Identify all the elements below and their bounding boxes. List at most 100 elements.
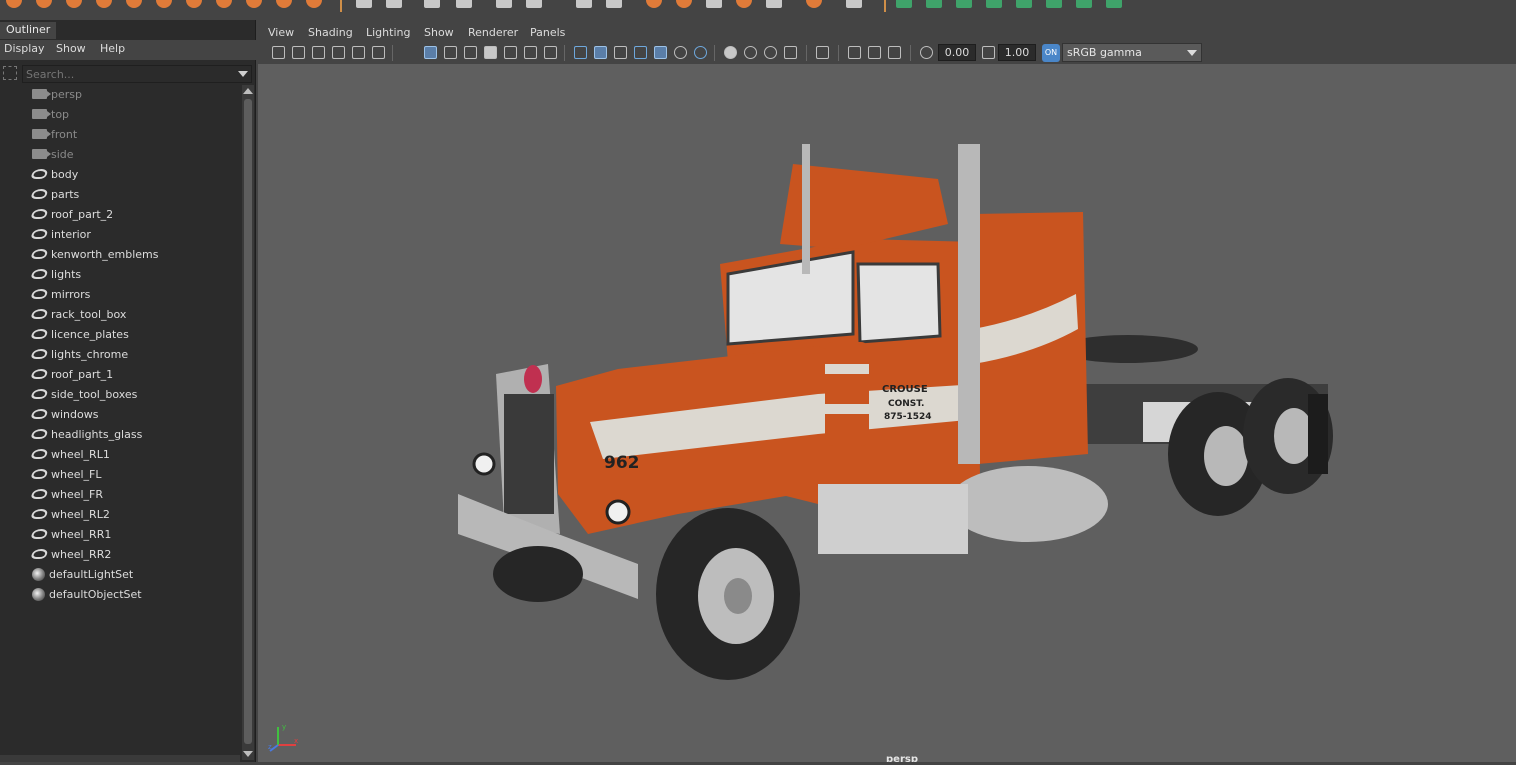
shelf-tool-icon[interactable] bbox=[896, 0, 912, 8]
outliner-item[interactable]: side bbox=[32, 145, 74, 165]
shelf-tool-icon[interactable] bbox=[576, 0, 592, 8]
gate-mask-icon[interactable] bbox=[484, 46, 497, 59]
grease-pencil-icon[interactable] bbox=[372, 46, 385, 59]
isolate-select-icon[interactable] bbox=[816, 46, 829, 59]
shelf-tool-icon[interactable] bbox=[736, 0, 752, 8]
outliner-tab[interactable]: Outliner bbox=[0, 22, 57, 39]
safe-title-icon[interactable] bbox=[544, 46, 557, 59]
menu-display[interactable]: Display bbox=[4, 42, 45, 55]
default-material-icon[interactable] bbox=[614, 46, 627, 59]
shelf-tool-icon[interactable] bbox=[306, 0, 322, 8]
shelf-tool-icon[interactable] bbox=[646, 0, 662, 8]
outliner-item[interactable]: kenworth_emblems bbox=[30, 245, 159, 265]
shelf-tool-icon[interactable] bbox=[526, 0, 542, 8]
shelf-tool-icon[interactable] bbox=[676, 0, 692, 8]
use-all-lights-icon[interactable] bbox=[674, 46, 687, 59]
menu-panels[interactable]: Panels bbox=[530, 26, 565, 39]
search-options-icon[interactable] bbox=[3, 66, 17, 80]
menu-lighting[interactable]: Lighting bbox=[366, 26, 410, 39]
shelf-tool-icon[interactable] bbox=[6, 0, 22, 8]
shelf-tool-icon[interactable] bbox=[386, 0, 402, 8]
color-management-toggle-icon[interactable]: ON bbox=[1042, 44, 1060, 62]
menu-shading[interactable]: Shading bbox=[308, 26, 353, 39]
gamma-field[interactable]: 1.00 bbox=[998, 44, 1036, 61]
film-gate-icon[interactable] bbox=[444, 46, 457, 59]
outliner-item[interactable]: persp bbox=[32, 85, 82, 105]
menu-renderer[interactable]: Renderer bbox=[468, 26, 518, 39]
camera-attributes-icon[interactable] bbox=[292, 46, 305, 59]
multisample-aa-icon[interactable] bbox=[764, 46, 777, 59]
view-transform-select[interactable]: sRGB gamma bbox=[1062, 43, 1202, 62]
shelf-tool-icon[interactable] bbox=[846, 0, 862, 8]
exposure-icon[interactable] bbox=[920, 46, 933, 59]
menu-view[interactable]: View bbox=[268, 26, 294, 39]
shelf-tool-icon[interactable] bbox=[36, 0, 52, 8]
shelf-tool-icon[interactable] bbox=[186, 0, 202, 8]
viewport-3d[interactable]: 962 CROUSE CONST. 875-1524 y x z persp bbox=[258, 64, 1516, 762]
shelf-tool-icon[interactable] bbox=[96, 0, 112, 8]
textured-icon[interactable] bbox=[654, 46, 667, 59]
xray-icon[interactable] bbox=[848, 46, 861, 59]
outliner-hscrollbar[interactable] bbox=[0, 755, 240, 762]
bookmark-icon[interactable] bbox=[312, 46, 325, 59]
outliner-item[interactable]: lights_chrome bbox=[30, 345, 128, 365]
outliner-item[interactable]: wheel_FL bbox=[30, 465, 102, 485]
shelf-tool-icon[interactable] bbox=[1016, 0, 1032, 8]
screen-space-ao-icon[interactable] bbox=[724, 46, 737, 59]
image-plane-icon[interactable] bbox=[332, 46, 345, 59]
outliner-item[interactable]: wheel_RL2 bbox=[30, 505, 110, 525]
truck-model[interactable]: 962 CROUSE CONST. 875-1524 bbox=[258, 64, 1516, 762]
gamma-icon[interactable] bbox=[982, 46, 995, 59]
shelf-tool-icon[interactable] bbox=[496, 0, 512, 8]
shelf-tool-icon[interactable] bbox=[766, 0, 782, 8]
outliner-item[interactable]: licence_plates bbox=[30, 325, 129, 345]
menu-show[interactable]: Show bbox=[424, 26, 454, 39]
field-chart-icon[interactable] bbox=[504, 46, 517, 59]
outliner-item[interactable]: wheel_RR1 bbox=[30, 525, 111, 545]
wireframe-on-shaded-icon[interactable] bbox=[634, 46, 647, 59]
xray-components-icon[interactable] bbox=[888, 46, 901, 59]
shelf-tool-icon[interactable] bbox=[356, 0, 372, 8]
wireframe-icon[interactable] bbox=[574, 46, 587, 59]
resolution-gate-icon[interactable] bbox=[464, 46, 477, 59]
menu-show[interactable]: Show bbox=[56, 42, 86, 55]
xray-joints-icon[interactable] bbox=[868, 46, 881, 59]
outliner-item[interactable]: headlights_glass bbox=[30, 425, 142, 445]
menu-help[interactable]: Help bbox=[100, 42, 125, 55]
search-input[interactable] bbox=[22, 65, 252, 83]
shelf-tool-icon[interactable] bbox=[276, 0, 292, 8]
exposure-field[interactable]: 0.00 bbox=[938, 44, 976, 61]
shelf-tool-icon[interactable] bbox=[246, 0, 262, 8]
scroll-thumb[interactable] bbox=[244, 99, 252, 744]
shelf-tool-icon[interactable] bbox=[456, 0, 472, 8]
outliner-item[interactable]: front bbox=[32, 125, 77, 145]
outliner-item[interactable]: interior bbox=[30, 225, 91, 245]
outliner-item[interactable]: top bbox=[32, 105, 69, 125]
motion-blur-icon[interactable] bbox=[744, 46, 757, 59]
shelf-tool-icon[interactable] bbox=[1046, 0, 1062, 8]
shelf-tool-icon[interactable] bbox=[606, 0, 622, 8]
shelf-tool-icon[interactable] bbox=[956, 0, 972, 8]
outliner-item[interactable]: lights bbox=[30, 265, 81, 285]
outliner-item[interactable]: side_tool_boxes bbox=[30, 385, 137, 405]
outliner-item[interactable]: mirrors bbox=[30, 285, 90, 305]
safe-action-icon[interactable] bbox=[524, 46, 537, 59]
outliner-item[interactable]: defaultObjectSet bbox=[32, 585, 142, 605]
outliner-item[interactable]: wheel_RR2 bbox=[30, 545, 111, 565]
shelf-tool-icon[interactable] bbox=[126, 0, 142, 8]
outliner-item[interactable]: wheel_RL1 bbox=[30, 445, 110, 465]
shelf-tool-icon[interactable] bbox=[66, 0, 82, 8]
shadows-icon[interactable] bbox=[694, 46, 707, 59]
outliner-item[interactable]: body bbox=[30, 165, 78, 185]
shelf-tool-icon[interactable] bbox=[156, 0, 172, 8]
outliner-item[interactable]: roof_part_1 bbox=[30, 365, 113, 385]
outliner-item[interactable]: wheel_FR bbox=[30, 485, 103, 505]
outliner-item[interactable]: parts bbox=[30, 185, 79, 205]
outliner-item[interactable]: rack_tool_box bbox=[30, 305, 126, 325]
outliner-scrollbar[interactable] bbox=[242, 85, 254, 760]
outliner-item[interactable]: defaultLightSet bbox=[32, 565, 133, 585]
outliner-item[interactable]: roof_part_2 bbox=[30, 205, 113, 225]
shelf-tool-icon[interactable] bbox=[926, 0, 942, 8]
chevron-down-icon[interactable] bbox=[238, 71, 248, 77]
outliner-item[interactable]: windows bbox=[30, 405, 98, 425]
